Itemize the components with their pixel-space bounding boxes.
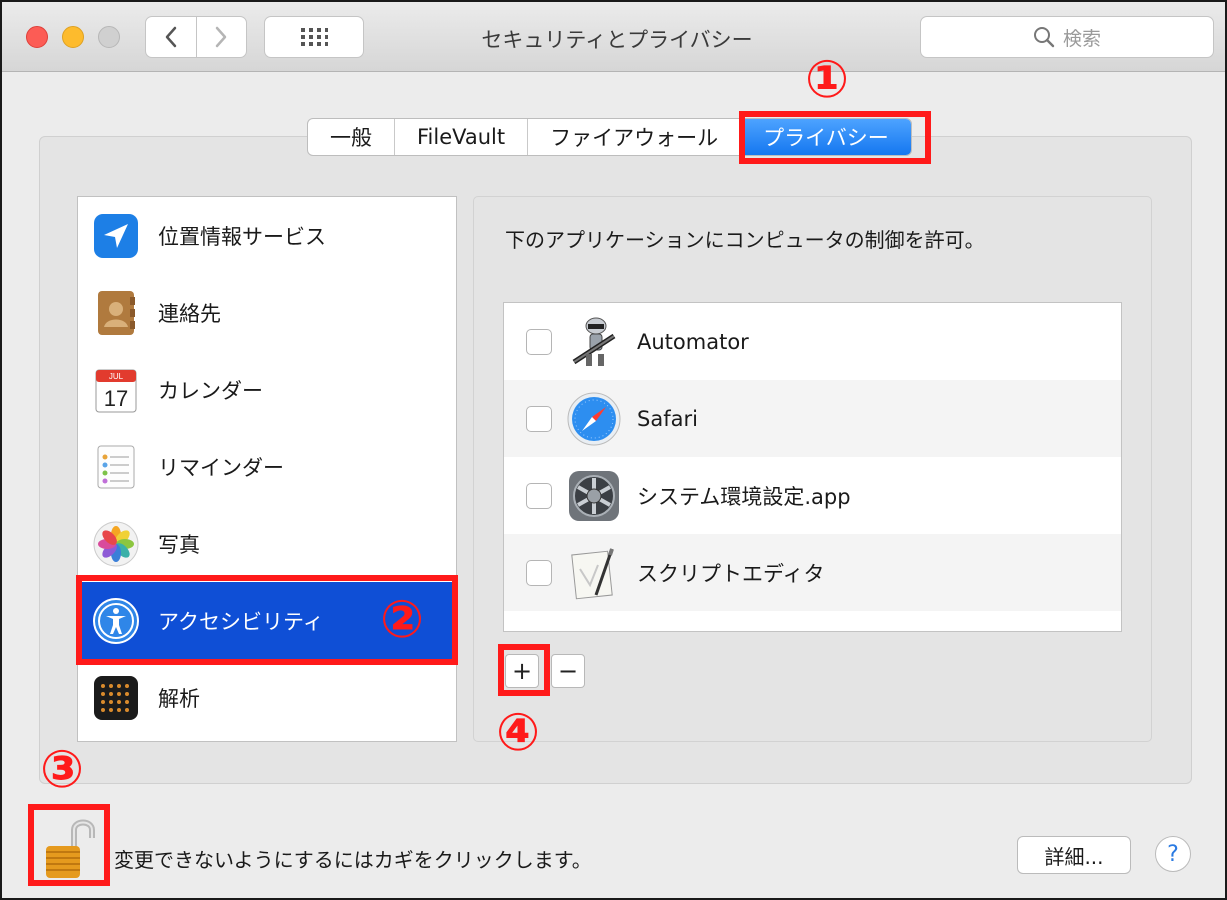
annotation-box-add-button	[498, 644, 550, 696]
window-title: セキュリティとプライバシー	[481, 28, 753, 52]
close-button[interactable]	[26, 26, 48, 48]
chevron-right-icon	[216, 26, 227, 48]
remove-app-button[interactable]: −	[551, 654, 585, 688]
annotation-box-lock	[28, 804, 110, 886]
sidebar-item-contacts[interactable]: 連絡先	[78, 274, 456, 351]
list-item[interactable]: スクリプトエディタ	[504, 534, 1121, 611]
tab-firewall[interactable]: ファイアウォール	[527, 119, 740, 155]
list-item[interactable]: Safari	[504, 380, 1121, 457]
list-item[interactable]: Automator	[504, 303, 1121, 380]
nav-buttons	[145, 16, 247, 58]
safari-icon	[567, 392, 621, 445]
minimize-button[interactable]	[62, 26, 84, 48]
app-checkbox[interactable]	[526, 328, 552, 355]
search-icon	[1033, 27, 1055, 48]
back-button[interactable]	[146, 17, 196, 57]
chevron-left-icon	[165, 26, 176, 48]
pane-description: 下のアプリケーションにコンピュータの制御を許可。	[505, 228, 985, 252]
calendar-icon: JUL 17	[95, 369, 137, 412]
help-button[interactable]: ?	[1155, 836, 1191, 872]
show-all-button[interactable]	[264, 16, 364, 58]
tab-general[interactable]: 一般	[308, 119, 394, 155]
sidebar-item-location[interactable]: 位置情報サービス	[78, 197, 456, 274]
list-item[interactable]: システム環境設定.app	[504, 457, 1121, 534]
search-placeholder: 検索	[1062, 27, 1101, 50]
grid-icon	[301, 28, 328, 46]
app-name: Automator	[637, 329, 749, 354]
annotation-number-3: ③	[40, 740, 85, 800]
reminders-icon	[97, 445, 135, 488]
lock-instruction: 変更できないようにするにはカギをクリックします。	[114, 848, 592, 872]
zoom-button[interactable]	[98, 26, 120, 48]
location-icon	[94, 213, 138, 258]
preferences-window: セキュリティとプライバシー 検索 一般 FileVault ファイアウォール プ…	[0, 0, 1227, 900]
search-field[interactable]: 検索	[920, 16, 1214, 58]
app-checkbox[interactable]	[526, 482, 552, 509]
calendar-month: JUL	[109, 372, 124, 381]
sidebar-item-label: リマインダー	[158, 455, 284, 480]
calendar-day: 17	[104, 386, 128, 411]
annotation-number-1: ①	[805, 50, 850, 110]
annotation-number-2: ②	[380, 590, 425, 650]
advanced-button[interactable]: 詳細...	[1017, 836, 1131, 874]
app-checkbox[interactable]	[526, 559, 552, 586]
script-editor-icon	[571, 547, 614, 599]
app-checkbox[interactable]	[526, 405, 552, 432]
automator-icon	[572, 317, 616, 366]
sidebar-item-label: 解析	[158, 686, 200, 711]
app-list: Automator Safari システム環境設定.app スクリプトエディタ	[503, 302, 1122, 632]
system-preferences-icon	[569, 470, 619, 521]
analytics-icon	[94, 675, 138, 720]
annotation-box-privacy-tab	[739, 111, 931, 164]
annotation-number-4: ④	[496, 703, 541, 763]
titlebar: セキュリティとプライバシー 検索	[2, 2, 1225, 72]
photos-icon	[93, 521, 139, 566]
sidebar-item-label: 連絡先	[158, 301, 221, 326]
forward-button[interactable]	[195, 17, 247, 57]
app-name: Safari	[637, 406, 698, 431]
sidebar-item-reminders[interactable]: リマインダー	[78, 428, 456, 505]
tab-filevault[interactable]: FileVault	[394, 119, 527, 155]
sidebar-item-calendar[interactable]: JUL 17 カレンダー	[78, 351, 456, 428]
app-name: システム環境設定.app	[637, 484, 851, 509]
sidebar-item-analytics[interactable]: 解析	[78, 659, 456, 736]
sidebar-item-label: カレンダー	[158, 378, 263, 403]
sidebar-item-label: 位置情報サービス	[158, 224, 326, 249]
app-name: スクリプトエディタ	[637, 561, 825, 586]
sidebar-item-label: 写真	[158, 532, 200, 557]
contacts-icon	[98, 290, 135, 335]
sidebar-item-photos[interactable]: 写真	[78, 505, 456, 582]
